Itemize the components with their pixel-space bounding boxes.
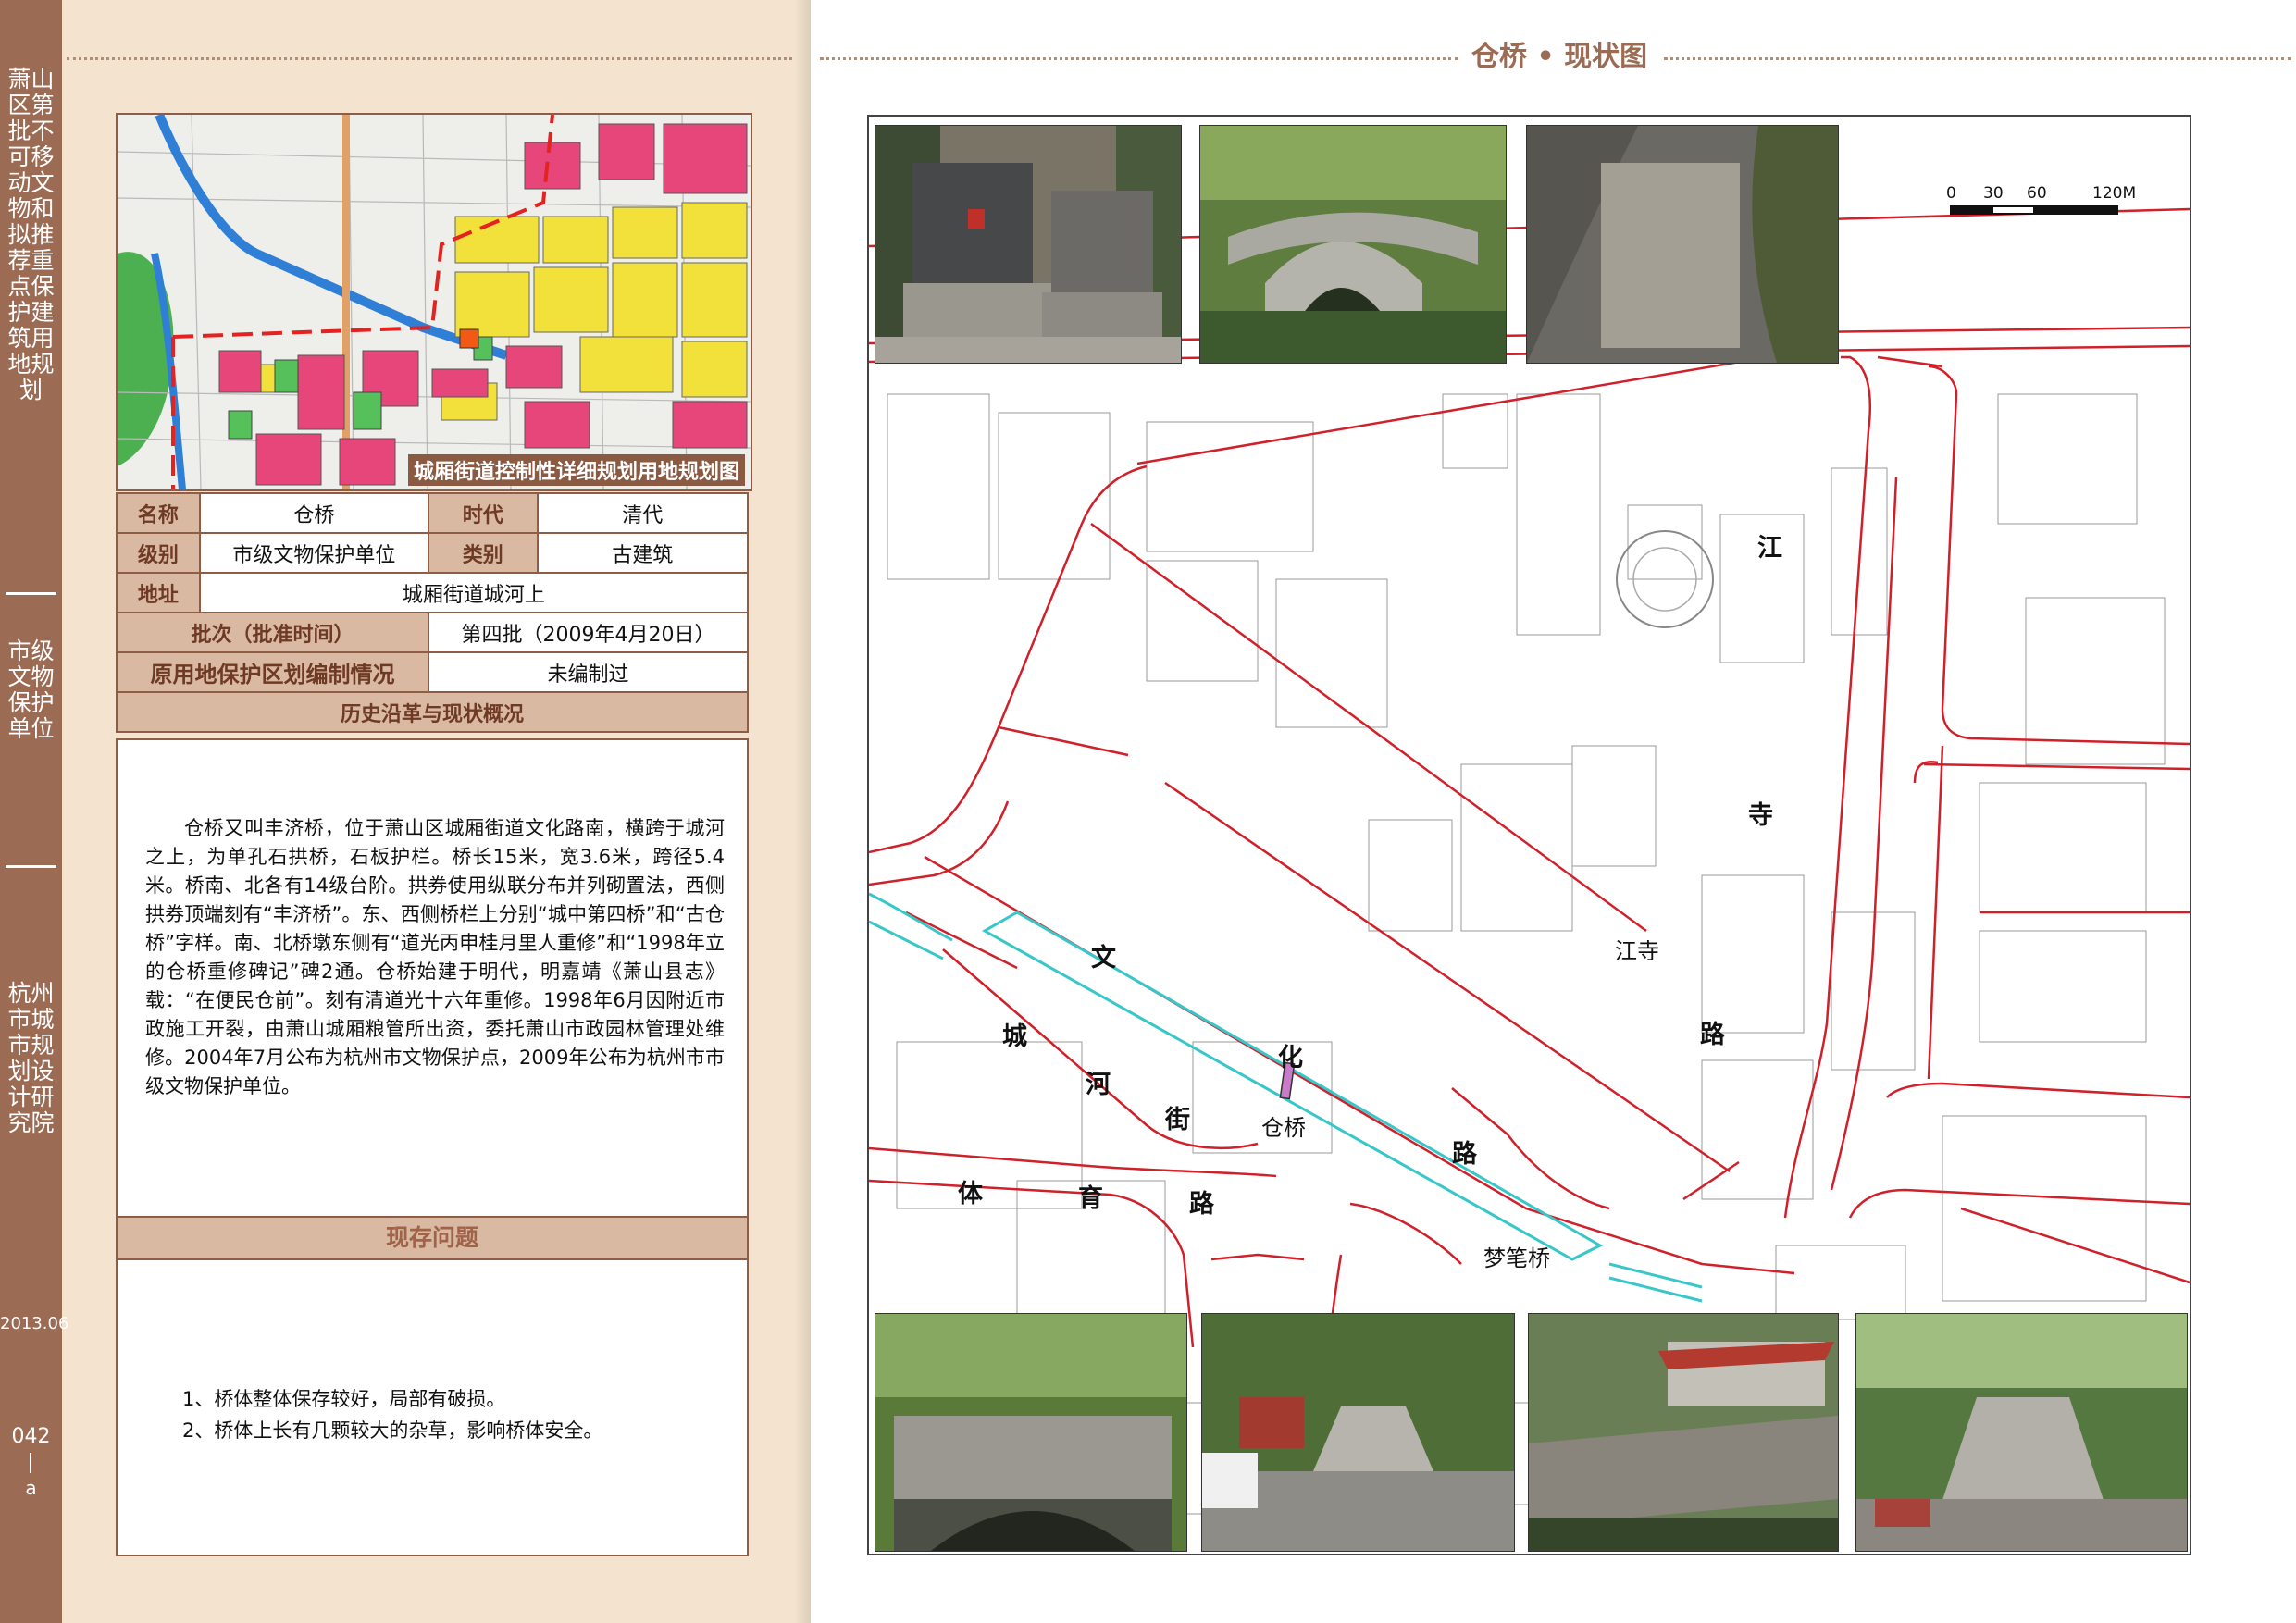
jiangsi-road-char-2: 寺: [1748, 801, 1773, 830]
chenghe-street-char-1: 城: [1002, 1022, 1027, 1051]
history-header: 历史沿革与现状概况: [116, 691, 749, 733]
name-value: 仓桥: [198, 492, 429, 534]
type-value: 古建筑: [536, 532, 750, 574]
photo-bridge-steps-car-graphic: [1202, 1314, 1514, 1551]
photo-stele-graphic: [875, 126, 1181, 363]
info-table: 名称 仓桥 时代 清代 级别 市级文物保护单位 类别 古建筑 地址 城厢街道城河…: [116, 492, 750, 733]
page-suffix: a: [25, 1477, 37, 1499]
photo-bridge-pavilion-graphic: [1529, 1314, 1838, 1551]
photo-bridge-steps-front-graphic: [1856, 1314, 2187, 1551]
photo-stone-tablet: [1526, 125, 1839, 364]
category-label: 市级文物保护单位: [7, 638, 55, 742]
side-band: 萧山区第批不可移动文物和拟推荐重点保护建筑用地规划 市级文物保护单位 杭州市城市…: [0, 0, 69, 1623]
tiyu-road-char-2: 育: [1078, 1184, 1103, 1213]
date-label: 2013.06: [0, 1314, 69, 1333]
wenhua-road-char-2: 化: [1278, 1044, 1303, 1072]
institute-label: 杭州市城市规划设计研究院: [7, 980, 55, 1136]
scale-tick-120: 120M: [2092, 184, 2137, 203]
wenhua-road-char-3: 路: [1452, 1140, 1477, 1169]
address-label: 地址: [116, 572, 201, 613]
photo-bridge-steps-front: [1855, 1313, 2188, 1552]
chenghe-street-char-2: 河: [1086, 1071, 1111, 1099]
page-title: 仓桥 • 现状图: [1471, 41, 1648, 73]
spine-shadow: [794, 0, 811, 1623]
photo-bridge-railing-graphic: [875, 1314, 1186, 1551]
history-text: 仓桥又叫丰济桥，位于萧山区城厢街道文化路南，横跨于城河之上，为单孔石拱桥，石板护…: [145, 817, 725, 1097]
jiangsi-road-char-3: 路: [1700, 1021, 1725, 1049]
batch-label: 批次（批准时间）: [116, 612, 429, 653]
address-value: 城厢街道城河上: [198, 572, 750, 613]
level-value: 市级文物保护单位: [198, 532, 429, 574]
page-number: 042: [11, 1425, 51, 1448]
photo-bridge-pavilion: [1528, 1313, 1839, 1552]
band-divider: [6, 865, 56, 868]
era-label: 时代: [427, 492, 539, 534]
name-label: 名称: [116, 492, 201, 534]
jiangsi-road-char-1: 江: [1757, 534, 1782, 563]
status-map: 0 30 60 120M 江 寺 路 文 化 路 城 河 街 体 育 路 仓桥 …: [867, 115, 2191, 1555]
level-label: 级别: [116, 532, 201, 574]
problem-item-1: 1、桥体整体保存较好，局部有破损。: [182, 1388, 506, 1410]
batch-value: 第四批（2009年4月20日）: [427, 612, 750, 653]
series-title: 萧山区第批不可移动文物和拟推荐重点保护建筑用地规划: [7, 66, 55, 403]
photo-bridge-arch-side: [1199, 125, 1507, 364]
jiangsi-label: 江寺: [1615, 938, 1659, 964]
problems-header: 现存问题: [116, 1216, 749, 1260]
land-use-plan-map: 城厢街道控制性详细规划用地规划图: [116, 113, 752, 491]
photo-bridge-arch-side-graphic: [1200, 126, 1506, 363]
chenghe-street-char-3: 街: [1165, 1106, 1190, 1134]
scale-tick-0: 0: [1946, 184, 1956, 203]
photo-bridge-railing: [875, 1313, 1187, 1552]
page-number-bar: [30, 1453, 31, 1473]
type-label: 类别: [427, 532, 539, 574]
left-page: 萧山区第批不可移动文物和拟推荐重点保护建筑用地规划 市级文物保护单位 杭州市城市…: [0, 0, 811, 1623]
band-divider: [6, 592, 56, 595]
tiyu-road-char-1: 体: [958, 1180, 983, 1208]
landuse-value: 未编制过: [427, 651, 750, 693]
photo-stele: [875, 125, 1182, 364]
title-dot-rule-right: [1664, 57, 2291, 60]
mengbi-bridge-label: 梦笔桥: [1483, 1245, 1550, 1271]
land-use-plan-graphic: [118, 115, 751, 489]
title-dot-rule-left: [820, 57, 1458, 60]
history-panel: 仓桥又叫丰济桥，位于萧山区城厢街道文化路南，横跨于城河之上，为单孔石拱桥，石板护…: [116, 738, 749, 1218]
tiyu-road-char-3: 路: [1189, 1190, 1214, 1219]
scale-tick-60: 60: [2027, 184, 2047, 203]
wenhua-road-char-1: 文: [1091, 944, 1116, 973]
scale-tick-30: 30: [1983, 184, 2004, 203]
top-dot-rule: [67, 57, 792, 60]
photo-bridge-steps-car: [1201, 1313, 1515, 1552]
problem-item-2: 2、桥体上长有几颗较大的杂草，影响桥体安全。: [182, 1419, 603, 1442]
plan-caption: 城厢街道控制性详细规划用地规划图: [407, 454, 745, 486]
cangqiao-label: 仓桥: [1261, 1115, 1306, 1141]
landuse-label: 原用地保护区划编制情况: [116, 651, 429, 693]
problems-panel: 1、桥体整体保存较好，局部有破损。 2、桥体上长有几颗较大的杂草，影响桥体安全。: [116, 1258, 749, 1556]
era-value: 清代: [536, 492, 750, 534]
photo-stone-tablet-graphic: [1527, 126, 1838, 363]
